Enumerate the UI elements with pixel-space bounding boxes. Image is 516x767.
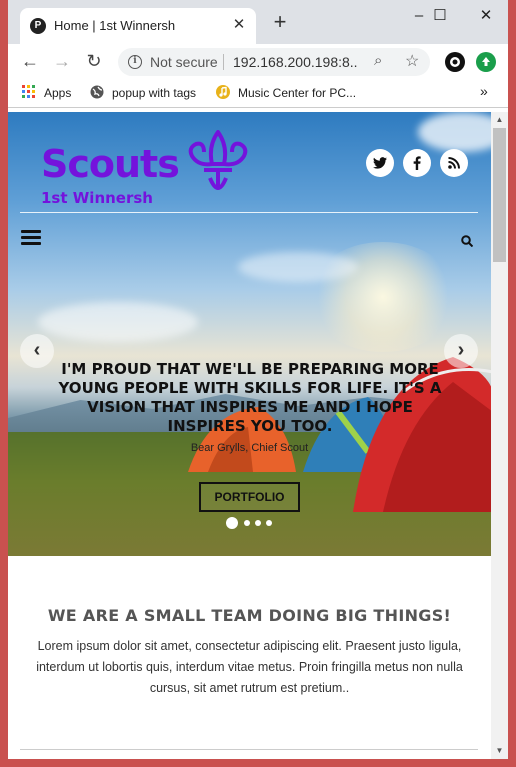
carousel-prev-button[interactable]: ‹ [20, 334, 54, 368]
bookmark-label: Music Center for PC... [238, 86, 357, 100]
section-body: Lorem ipsum dolor sit amet, consectetur … [36, 639, 463, 695]
portfolio-button[interactable]: PORTFOLIO [199, 482, 300, 512]
scroll-up-arrow-icon[interactable]: ▲ [491, 112, 508, 128]
site-logo-text[interactable]: Scouts [41, 142, 180, 186]
address-separator [223, 54, 224, 70]
hero-banner: Scouts 1st Winnersh ‹ › I'M PROUD THAT W… [8, 112, 491, 556]
rss-icon[interactable] [440, 149, 468, 177]
site-info-icon[interactable]: i [128, 55, 142, 69]
page-viewport: Scouts 1st Winnersh ‹ › I'M PROUD THAT W… [8, 112, 491, 759]
scrollbar-thumb[interactable] [493, 128, 506, 262]
header-divider [20, 212, 478, 213]
title-bar: P Home | 1st Winnersh ✕ + – ☐ ✕ [8, 0, 508, 44]
new-tab-button[interactable]: + [270, 11, 290, 33]
browser-window: P Home | 1st Winnersh ✕ + – ☐ ✕ ← → ↻ i … [8, 0, 508, 759]
security-label: Not secure [150, 54, 218, 70]
site-logo-subtitle[interactable]: 1st Winnersh [41, 189, 153, 207]
bookmark-star-icon[interactable]: ☆ [405, 51, 419, 71]
bookmark-popup-with-tags[interactable]: popup with tags [90, 85, 196, 100]
hero-cloud [238, 252, 358, 282]
globe-icon [90, 85, 104, 99]
section-title: WE ARE A SMALL TEAM DOING BIG THINGS! [47, 606, 452, 625]
close-window-button[interactable]: ✕ [464, 4, 508, 30]
twitter-icon[interactable] [366, 149, 394, 177]
hamburger-menu-icon[interactable] [21, 230, 41, 245]
tab-favicon-icon: P [30, 18, 46, 34]
tab-title: Home | 1st Winnersh [54, 18, 176, 33]
tab-close-icon[interactable]: ✕ [230, 16, 248, 34]
carousel-dot-1[interactable] [226, 517, 238, 529]
back-button[interactable]: ← [19, 50, 41, 72]
reload-button[interactable]: ↻ [83, 50, 105, 72]
hero-cloud [38, 302, 198, 342]
bookmark-music-center[interactable]: Music Center for PC... [216, 85, 356, 100]
zoom-icon[interactable]: ⌕ [374, 52, 382, 69]
apps-grid-icon [22, 85, 36, 99]
bookmark-apps[interactable]: Apps [22, 85, 71, 100]
bookmarks-bar: Apps popup with tags Music Center for PC… [8, 78, 508, 108]
fleur-de-lis-icon [188, 130, 248, 190]
carousel-dot-3[interactable] [255, 520, 261, 526]
search-icon[interactable] [461, 235, 473, 247]
maximize-button[interactable]: ☐ [418, 4, 462, 30]
browser-tab[interactable]: P Home | 1st Winnersh ✕ [20, 8, 256, 44]
vertical-scrollbar[interactable]: ▲ ▼ [491, 112, 508, 759]
music-icon [216, 85, 230, 99]
bookmark-label: Apps [44, 86, 72, 100]
carousel-dot-4[interactable] [266, 520, 272, 526]
facebook-icon[interactable] [403, 149, 431, 177]
hero-cloud [418, 112, 491, 152]
section-divider [20, 749, 478, 750]
forward-button[interactable]: → [51, 50, 73, 72]
address-bar[interactable]: i Not secure 192.168.200.198:8... ⌕ ☆ [118, 48, 430, 76]
carousel-next-button[interactable]: › [444, 334, 478, 368]
bookmarks-overflow-button[interactable]: » [480, 83, 488, 99]
slide-quote: I'M PROUD THAT WE'LL BE PREPARING MORE Y… [58, 360, 442, 435]
bookmark-label: popup with tags [112, 86, 197, 100]
scroll-down-arrow-icon[interactable]: ▼ [491, 743, 508, 759]
url-text[interactable]: 192.168.200.198:8... [233, 54, 357, 70]
extension-icon[interactable] [445, 52, 465, 72]
slide-author: Bear Grylls, Chief Scout [190, 442, 309, 454]
browser-toolbar: ← → ↻ i Not secure 192.168.200.198:8... … [8, 44, 508, 78]
carousel-dot-2[interactable] [244, 520, 250, 526]
profile-update-icon[interactable] [476, 52, 496, 72]
